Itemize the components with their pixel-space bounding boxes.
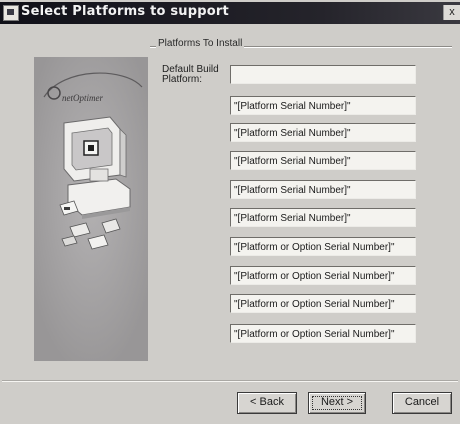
logo-text: netOptimer [62,93,103,103]
default-build-label: Default Build Platform: [162,64,219,85]
button-divider [2,380,458,382]
platform-field-1[interactable]: "[Platform Serial Number]" [230,96,416,115]
platform-field-2[interactable]: "[Platform Serial Number]" [230,123,416,142]
platform-field-9[interactable]: "[Platform or Option Serial Number]" [230,324,416,343]
window-title: Select Platforms to support [21,4,229,19]
platform-field-7[interactable]: "[Platform or Option Serial Number]" [230,266,416,285]
platform-field-6[interactable]: "[Platform or Option Serial Number]" [230,237,416,256]
side-illustration-panel: netOptimer [34,57,148,361]
computer-illustration: netOptimer [34,57,148,361]
back-button[interactable]: < Back [237,392,297,414]
next-button[interactable]: Next > [308,392,366,414]
title-bar[interactable]: Select Platforms to support x [0,2,460,24]
group-label: Platforms To Install [156,38,245,49]
setup-dialog: Select Platforms to support x Platforms … [0,0,460,424]
cancel-button[interactable]: Cancel [392,392,452,414]
platform-field-3[interactable]: "[Platform Serial Number]" [230,151,416,170]
platform-field-8[interactable]: "[Platform or Option Serial Number]" [230,294,416,313]
platform-field-5[interactable]: "[Platform Serial Number]" [230,208,416,227]
platform-field-4[interactable]: "[Platform Serial Number]" [230,180,416,199]
default-build-field[interactable] [230,65,416,84]
close-icon[interactable]: x [443,5,460,20]
app-icon [3,5,19,21]
